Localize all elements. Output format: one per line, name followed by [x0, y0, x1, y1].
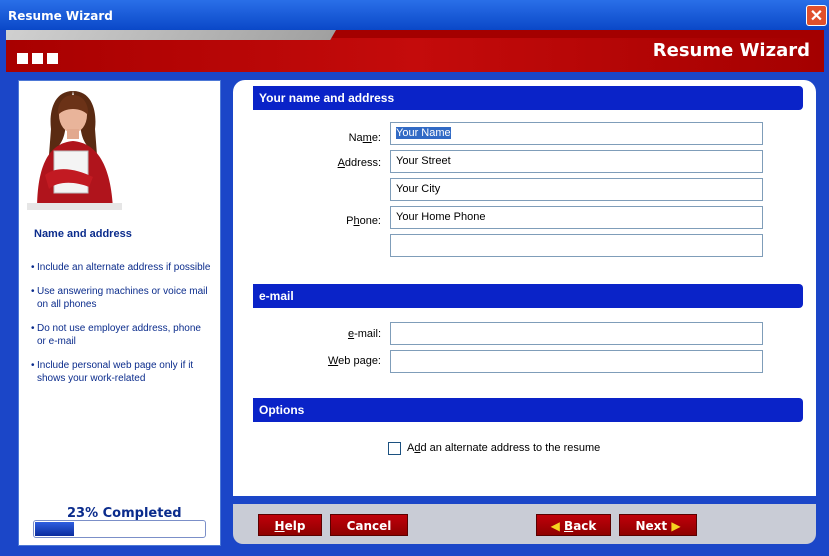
wizard-banner: Resume Wizard [6, 30, 824, 72]
tip-item: Include personal web page only if it sho… [31, 359, 211, 385]
tip-item: Do not use employer address, phone or e-… [31, 322, 211, 348]
banner-square-icon [47, 53, 58, 64]
email-label: e-mail: [347, 328, 381, 340]
webpage-label: Web page: [327, 355, 381, 367]
tip-item: Include an alternate address if possible [31, 261, 211, 274]
section-email: e-mail [253, 284, 803, 308]
alternate-address-label[interactable]: Add an alternate address to the resume [407, 442, 600, 454]
resume-wizard-window: Resume Wizard ✕ Resume Wizard Name and a… [0, 0, 829, 556]
progress-label: 23% Completed [67, 506, 182, 521]
alternate-address-checkbox[interactable] [388, 442, 401, 455]
back-button[interactable]: ◀ Back [536, 514, 611, 536]
name-field[interactable]: Your Name [390, 122, 763, 145]
next-button[interactable]: Next ▶ [619, 514, 697, 536]
close-button[interactable]: ✕ [806, 5, 827, 26]
tips-list: Include an alternate address if possible… [31, 261, 211, 396]
sidebar-panel: Name and address Include an alternate ad… [18, 80, 221, 546]
sidebar-heading: Name and address [34, 228, 132, 240]
window-title: Resume Wizard [8, 9, 113, 23]
phone-line1-field[interactable]: Your Home Phone [390, 206, 763, 229]
main-form-panel: Your name and address Name: Your Name Ad… [233, 80, 816, 496]
name-label: Name: [348, 132, 381, 144]
webpage-field[interactable] [390, 350, 763, 373]
section-options: Options [253, 398, 803, 422]
title-bar: Resume Wizard ✕ [0, 0, 829, 30]
banner-square-icon [32, 53, 43, 64]
woman-photo-image [27, 91, 122, 210]
next-arrow-icon: ▶ [671, 519, 681, 533]
phone-label: Phone: [346, 215, 381, 227]
close-icon: ✕ [809, 8, 824, 25]
phone-line2-field[interactable] [390, 234, 763, 257]
banner-square-icon [17, 53, 28, 64]
email-field[interactable] [390, 322, 763, 345]
address-line2-field[interactable]: Your City [390, 178, 763, 201]
progress-bar [33, 520, 206, 538]
cancel-button[interactable]: Cancel [330, 514, 408, 536]
banner-stripe [6, 30, 336, 40]
section-name-address: Your name and address [253, 86, 803, 110]
tip-item: Use answering machines or voice mail on … [31, 285, 211, 311]
progress-fill [35, 522, 74, 536]
address-line1-field[interactable]: Your Street [390, 150, 763, 173]
help-button[interactable]: Help [258, 514, 322, 536]
banner-title: Resume Wizard [652, 40, 810, 61]
back-arrow-icon: ◀ [550, 519, 560, 533]
button-bar: Help Cancel ◀ Back Next ▶ [233, 504, 816, 544]
address-label: Address: [337, 157, 381, 169]
